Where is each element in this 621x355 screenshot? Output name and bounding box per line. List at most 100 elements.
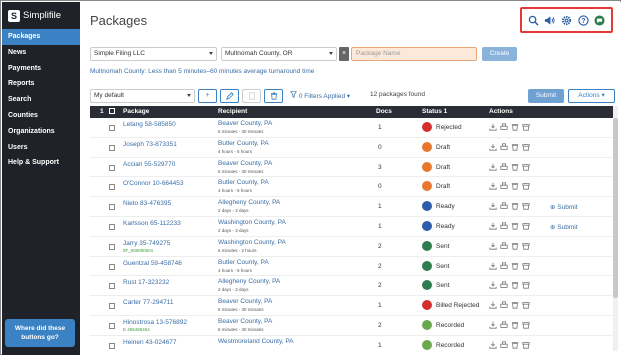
row-checkbox[interactable]	[109, 184, 115, 191]
archive-icon[interactable]	[522, 123, 530, 131]
trash-icon[interactable]	[511, 242, 519, 250]
trash-icon[interactable]	[511, 202, 519, 210]
print-icon[interactable]	[500, 341, 508, 349]
download-icon[interactable]	[489, 123, 497, 131]
where-did-buttons-go-button[interactable]: Where did these buttons go?	[5, 319, 75, 347]
archive-icon[interactable]	[522, 321, 530, 329]
download-icon[interactable]	[489, 143, 497, 151]
archive-icon[interactable]	[522, 163, 530, 171]
archive-icon[interactable]	[522, 341, 530, 349]
trash-icon[interactable]	[511, 222, 519, 230]
recipient-link[interactable]: Westmoreland County, PA	[218, 338, 294, 345]
select-all-checkbox[interactable]	[109, 108, 115, 114]
submit-button[interactable]: Submit	[528, 89, 564, 103]
header-status[interactable]: Status 1	[422, 108, 447, 115]
trash-icon[interactable]	[511, 341, 519, 349]
trash-icon[interactable]	[511, 123, 519, 131]
row-submit-link[interactable]: ⊕ Submit	[550, 223, 578, 231]
download-icon[interactable]	[489, 182, 497, 190]
table-row[interactable]: Letang 58-585850 Beaver County, PA 5 minut…	[90, 118, 613, 138]
sidebar-item-reports[interactable]: Reports	[2, 76, 80, 92]
recipient-link[interactable]: Beaver County, PA	[218, 318, 272, 325]
print-icon[interactable]	[500, 162, 508, 171]
help-icon[interactable]: ?	[577, 14, 589, 26]
download-icon[interactable]	[489, 242, 497, 250]
megaphone-icon[interactable]	[544, 15, 555, 26]
download-icon[interactable]	[489, 321, 497, 329]
recipient-link[interactable]: Beaver County, PA	[218, 120, 272, 127]
table-row[interactable]: Acciari 55-529770 Beaver County, PA 5 minu…	[90, 158, 613, 178]
package-link[interactable]: Carter 77-294711	[123, 299, 173, 306]
sidebar-item-packages[interactable]: Packages	[2, 29, 80, 45]
organization-select[interactable]: Simple Filing LLC	[90, 47, 217, 61]
download-icon[interactable]	[489, 202, 497, 210]
recipient-link[interactable]: Beaver County, PA	[218, 160, 272, 167]
trash-icon[interactable]	[511, 262, 519, 270]
table-row[interactable]: Karlsson 65-112233 Washington County, PA 2…	[90, 217, 613, 237]
archive-icon[interactable]	[522, 262, 530, 270]
package-link[interactable]: Joseph 73-873351	[123, 141, 177, 148]
row-checkbox[interactable]	[109, 342, 115, 349]
trash-icon[interactable]	[511, 163, 519, 171]
recipient-link[interactable]: Allegheny County, PA	[218, 199, 280, 206]
sidebar-item-organizations[interactable]: Organizations	[2, 124, 80, 140]
print-icon[interactable]	[500, 123, 508, 131]
print-icon[interactable]	[500, 202, 508, 210]
trash-icon[interactable]	[511, 301, 519, 309]
sidebar-item-payments[interactable]: Payments	[2, 61, 80, 77]
sidebar-item-search[interactable]: Search	[2, 92, 80, 108]
row-checkbox[interactable]	[109, 322, 115, 329]
package-link[interactable]: Hinostrosa 13-576892	[123, 319, 187, 326]
table-row[interactable]: Jarry 35-749275 5F_000000001 Washington Co…	[90, 237, 613, 257]
sidebar-item-news[interactable]: News	[2, 45, 80, 61]
table-row[interactable]: O'Connor 10-664453 Butler County, PA 4 hou…	[90, 177, 613, 198]
download-icon[interactable]	[489, 341, 497, 349]
package-link[interactable]: Letang 58-585850	[123, 121, 176, 128]
recipient-link[interactable]: Butler County, PA	[218, 259, 269, 266]
chat-icon[interactable]	[594, 14, 605, 26]
recipient-link[interactable]: Butler County, PA	[218, 140, 269, 147]
download-icon[interactable]	[489, 163, 497, 171]
archive-icon[interactable]	[522, 281, 530, 289]
row-checkbox[interactable]	[109, 204, 115, 211]
package-link[interactable]: Karlsson 65-112233	[123, 220, 181, 227]
row-checkbox[interactable]	[109, 164, 115, 171]
delete-button[interactable]	[264, 89, 283, 103]
table-row[interactable]: Guentzal 59-458746 Butler County, PA 4 hou…	[90, 257, 613, 277]
package-link[interactable]: Acciari 55-529770	[123, 161, 175, 168]
archive-icon[interactable]	[522, 182, 530, 190]
package-name-input[interactable]: Package Name	[351, 47, 477, 61]
download-icon[interactable]	[489, 301, 497, 309]
print-icon[interactable]	[500, 182, 508, 190]
archive-icon[interactable]	[522, 242, 530, 250]
recipient-link[interactable]: Butler County, PA	[218, 179, 269, 186]
create-button[interactable]: Create	[482, 47, 517, 61]
package-link[interactable]: Heinen 43-024677	[123, 339, 177, 346]
table-row[interactable]: Rust 17-323232 Allegheny County, PA 2 days…	[90, 276, 613, 297]
table-row[interactable]: Nieto 83-476395 Allegheny County, PA 2 day…	[90, 197, 613, 217]
row-checkbox[interactable]	[109, 144, 115, 151]
header-docs[interactable]: Docs	[376, 108, 392, 115]
trash-icon[interactable]	[511, 321, 519, 329]
recipient-link[interactable]: Washington County, PA	[218, 239, 286, 246]
print-icon[interactable]	[500, 281, 508, 289]
header-package[interactable]: Package	[123, 108, 149, 115]
actions-dropdown[interactable]: Actions ▾	[568, 89, 615, 103]
archive-icon[interactable]	[522, 202, 530, 210]
archive-icon[interactable]	[522, 301, 530, 309]
row-checkbox[interactable]	[109, 283, 115, 290]
add-button[interactable]: +	[198, 89, 217, 103]
print-icon[interactable]	[500, 242, 508, 250]
print-icon[interactable]	[500, 321, 508, 329]
print-icon[interactable]	[500, 222, 508, 230]
package-link[interactable]: O'Connor 10-664453	[123, 180, 184, 187]
trash-icon[interactable]	[511, 143, 519, 151]
filters-toggle[interactable]: 0 Filters Applied ▾	[290, 91, 350, 100]
package-link[interactable]: Rust 17-323232	[123, 279, 169, 286]
package-link[interactable]: Guentzal 59-458746	[123, 260, 182, 267]
download-icon[interactable]	[489, 281, 497, 289]
archive-icon[interactable]	[522, 143, 530, 151]
view-select[interactable]: My default	[90, 89, 195, 103]
package-link[interactable]: Nieto 83-476395	[123, 200, 171, 207]
table-row[interactable]: Joseph 73-873351 Butler County, PA 4 hours…	[90, 138, 613, 158]
